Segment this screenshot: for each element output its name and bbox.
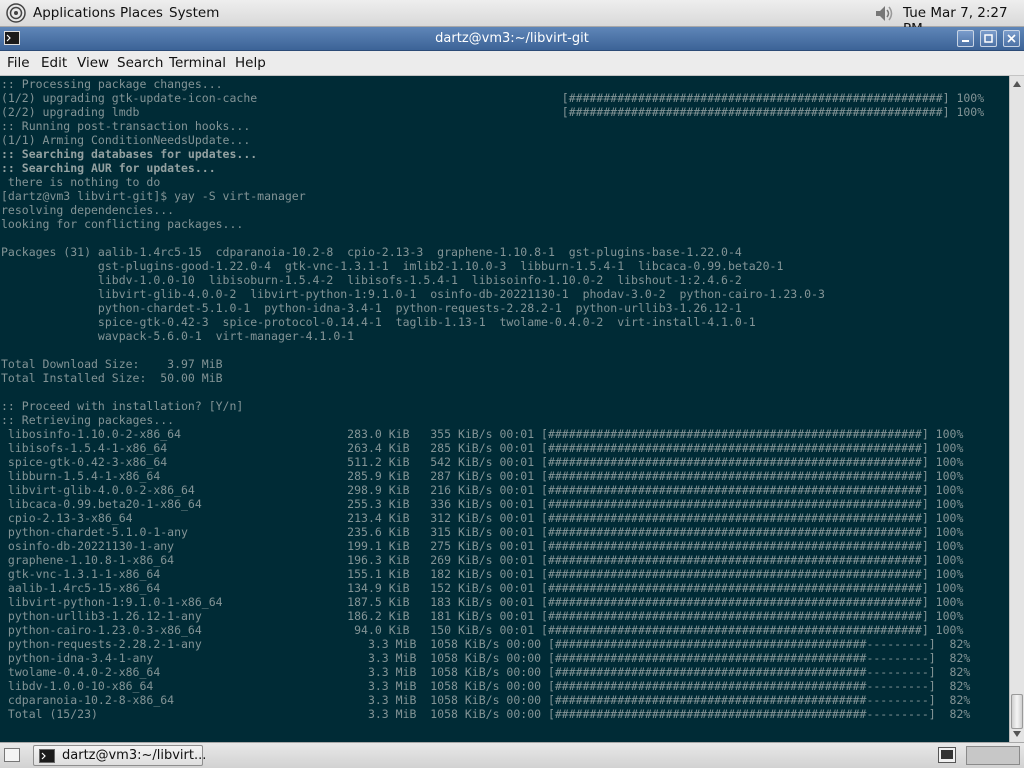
terminal-line: cdparanoia-10.2-8-x86_64 3.3 MiB 1058 Ki… (1, 693, 971, 707)
terminal-line: cpio-2.13-3-x86_64 213.4 KiB 312 KiB/s 0… (1, 511, 964, 525)
terminal-line: (1/1) Arming ConditionNeedsUpdate... (1, 133, 251, 147)
menubar: File Edit View Search Terminal Help (0, 51, 1024, 76)
taskbar-item-label: dartz@vm3:~/libvirt... (62, 748, 207, 763)
menu-search[interactable]: Search (117, 55, 163, 71)
terminal-line: (2/2) upgrading lmdb [##################… (1, 105, 985, 119)
terminal-line: libcaca-0.99.beta20-1-x86_64 255.3 KiB 3… (1, 497, 964, 511)
terminal-line: Total (15/23) 3.3 MiB 1058 KiB/s 00:00 [… (1, 707, 971, 721)
menu-help[interactable]: Help (235, 55, 266, 71)
gnome-foot-icon[interactable] (6, 3, 26, 23)
terminal-line: libisofs-1.5.4-1-x86_64 263.4 KiB 285 Ki… (1, 441, 964, 455)
terminal-line: libburn-1.5.4-1-x86_64 285.9 KiB 287 KiB… (1, 469, 964, 483)
terminal-line: :: Processing package changes... (1, 77, 223, 91)
workspace-icon[interactable] (938, 747, 956, 763)
bottom-panel: dartz@vm3:~/libvirt... (0, 742, 1024, 768)
close-button[interactable] (1003, 30, 1020, 47)
terminal-line: python-idna-3.4-1-any 3.3 MiB 1058 KiB/s… (1, 651, 971, 665)
menu-file[interactable]: File (7, 55, 30, 71)
places-menu[interactable]: Places (120, 5, 163, 21)
workspace-switcher[interactable] (966, 746, 1020, 765)
terminal-line: twolame-0.4.0-2-x86_64 3.3 MiB 1058 KiB/… (1, 665, 971, 679)
terminal-line: :: Retrieving packages... (1, 413, 175, 427)
terminal-line: osinfo-db-20221130-1-any 199.1 KiB 275 K… (1, 539, 964, 553)
terminal-line: libdv-1.0.0-10-x86_64 3.3 MiB 1058 KiB/s… (1, 679, 971, 693)
terminal-line: wavpack-5.6.0-1 virt-manager-4.1.0-1 (1, 329, 355, 343)
terminal-line: python-chardet-5.1.0-1-any 235.6 KiB 315… (1, 525, 964, 539)
terminal-line: resolving dependencies... (1, 203, 175, 217)
terminal-line: (1/2) upgrading gtk-update-icon-cache [#… (1, 91, 985, 105)
terminal-line: libvirt-glib-4.0.0-2 libvirt-python-1:9.… (1, 287, 825, 301)
menu-terminal[interactable]: Terminal (169, 55, 226, 71)
terminal-line: gtk-vnc-1.3.1-1-x86_64 155.1 KiB 182 KiB… (1, 567, 964, 581)
terminal-line: python-requests-2.28.2-1-any 3.3 MiB 105… (1, 637, 971, 651)
minimize-button[interactable] (957, 30, 974, 47)
terminal-line: Total Installed Size: 50.00 MiB (1, 371, 223, 385)
terminal-line: :: Proceed with installation? [Y/n] (1, 399, 244, 413)
terminal-window: dartz@vm3:~/libvirt-git File Edit View S… (0, 27, 1024, 742)
menu-view[interactable]: View (77, 55, 109, 71)
scroll-up-icon[interactable] (1012, 79, 1022, 89)
applications-menu[interactable]: Applications (33, 5, 115, 21)
terminal-line: graphene-1.10.8-1-x86_64 196.3 KiB 269 K… (1, 553, 964, 567)
scrollbar-thumb[interactable] (1011, 694, 1023, 729)
terminal-line: python-chardet-5.1.0-1 python-idna-3.4-1… (1, 301, 742, 315)
taskbar-item-terminal[interactable]: dartz@vm3:~/libvirt... (33, 745, 207, 766)
terminal-line: Total Download Size: 3.97 MiB (1, 357, 223, 371)
maximize-button[interactable] (980, 30, 997, 47)
terminal-lines: :: Processing package changes... (1/2) up… (1, 77, 1005, 721)
terminal-line: spice-gtk-0.42-3-x86_64 511.2 KiB 542 Ki… (1, 455, 964, 469)
minimize-icon (962, 40, 969, 42)
top-panel: Applications Places System Tue Mar 7, 2:… (0, 0, 1024, 37)
terminal-line: :: Running post-transaction hooks... (1, 119, 251, 133)
terminal-line: libdv-1.0.0-10 libisoburn-1.5.4-2 libiso… (1, 273, 742, 287)
terminal-line: spice-gtk-0.42-3 spice-protocol-0.14.4-1… (1, 315, 756, 329)
terminal-line: aalib-1.4rc5-15-x86_64 134.9 KiB 152 KiB… (1, 581, 964, 595)
terminal-line: python-cairo-1.23.0-3-x86_64 94.0 KiB 15… (1, 623, 964, 637)
terminal-line: python-urllib3-1.26.12-1-any 186.2 KiB 1… (1, 609, 964, 623)
terminal-line: Packages (31) aalib-1.4rc5-15 cdparanoia… (1, 245, 742, 259)
terminal-line: libosinfo-1.10.0-2-x86_64 283.0 KiB 355 … (1, 427, 964, 441)
scrollbar[interactable] (1009, 76, 1024, 742)
terminal-line: [dartz@vm3 libvirt-git]$ yay -S virt-man… (1, 189, 306, 203)
volume-icon[interactable] (872, 3, 896, 24)
terminal-line: libvirt-python-1:9.1.0-1-x86_64 187.5 Ki… (1, 595, 964, 609)
menu-edit[interactable]: Edit (41, 55, 67, 71)
terminal-line: looking for conflicting packages... (1, 217, 244, 231)
window-titlebar[interactable]: dartz@vm3:~/libvirt-git (0, 27, 1024, 51)
terminal-line: libvirt-glib-4.0.0-2-x86_64 298.9 KiB 21… (1, 483, 964, 497)
maximize-icon (984, 34, 993, 43)
scroll-down-icon[interactable] (1012, 729, 1022, 739)
terminal-line: :: Searching AUR for updates... (1, 161, 216, 175)
close-icon (1007, 34, 1016, 43)
window-title: dartz@vm3:~/libvirt-git (435, 31, 589, 46)
terminal-line: :: Searching databases for updates... (1, 147, 258, 161)
terminal-output[interactable]: :: Processing package changes... (1/2) up… (0, 76, 1009, 742)
system-menu[interactable]: System (169, 5, 219, 21)
show-desktop-icon[interactable] (4, 748, 20, 762)
terminal-line: there is nothing to do (1, 175, 161, 189)
terminal-icon (39, 749, 55, 763)
terminal-line: gst-plugins-good-1.22.0-4 gtk-vnc-1.3.1-… (1, 259, 784, 273)
